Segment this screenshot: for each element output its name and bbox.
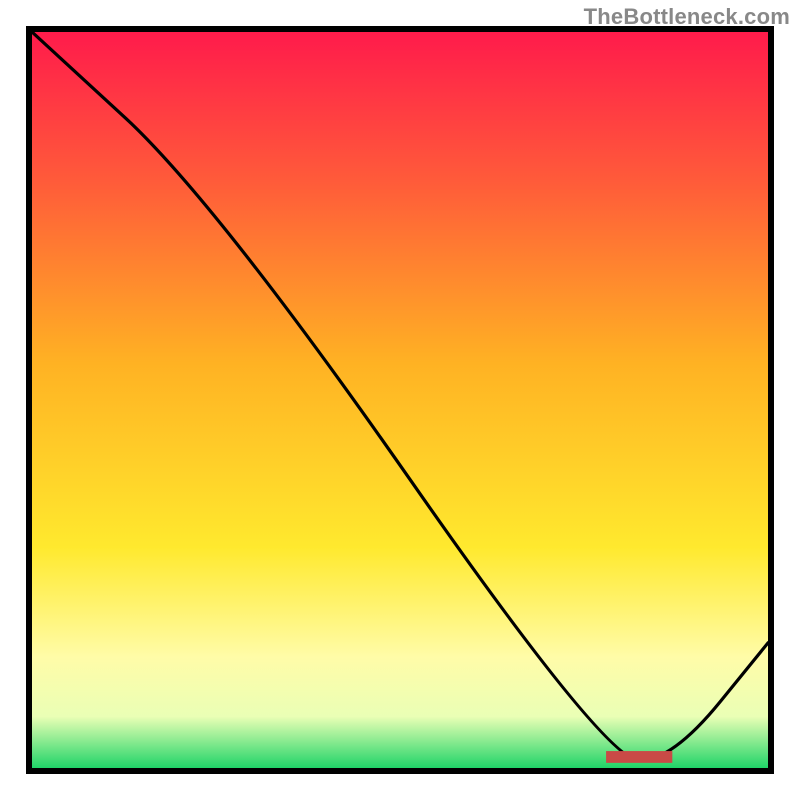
gradient-background — [32, 32, 768, 768]
chart-svg — [32, 32, 768, 768]
optimal-range-marker — [606, 751, 672, 763]
plot-area — [26, 26, 774, 774]
chart-frame: TheBottleneck.com — [0, 0, 800, 800]
